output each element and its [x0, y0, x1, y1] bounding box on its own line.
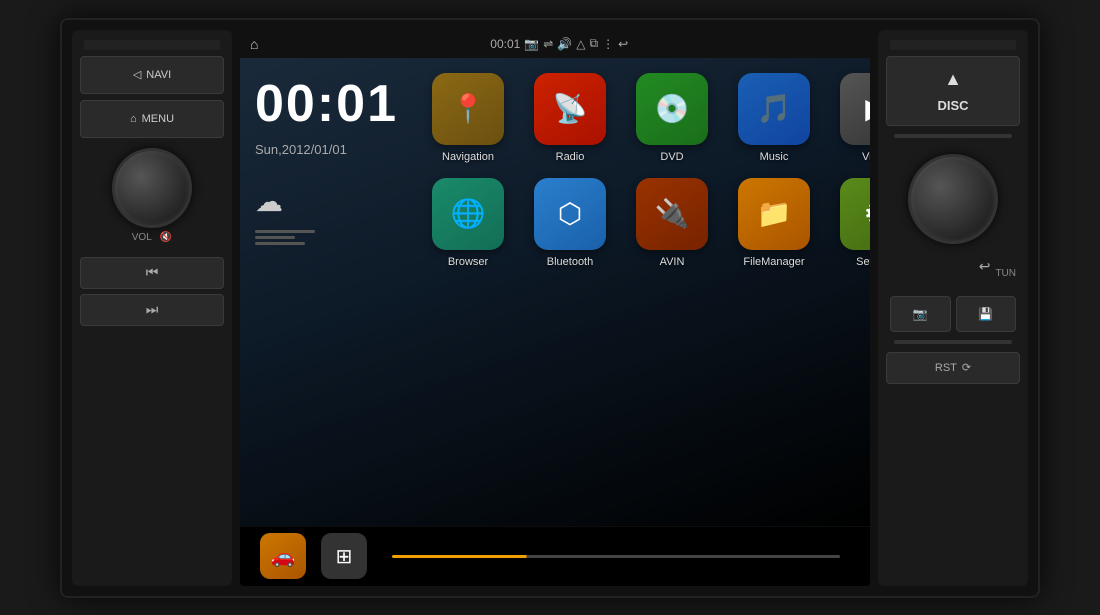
status-bar: ⌂ 00:01 📷 ⇌ 🔊 △ ⧉ ⋮ ↩: [240, 30, 870, 58]
android-screen: ⌂ 00:01 📷 ⇌ 🔊 △ ⧉ ⋮ ↩ 00:01 Sun,2012/01/…: [240, 30, 870, 586]
right-panel: ▲ DISC ↩ TUN 📷 💾 RST ⟳: [878, 30, 1028, 586]
app-icon-video[interactable]: ▶ Video: [831, 73, 870, 163]
weather-bar-3: [255, 242, 305, 245]
dock-apps-icon[interactable]: ⊞: [321, 533, 367, 579]
apps-icon: ⊞: [336, 544, 353, 569]
right-btn-row: 📷 💾: [886, 296, 1020, 332]
app-grid: 📍 Navigation 📡 Radio 💿 DVD 🎵 Music ▶ Video 🌐 Brows…: [413, 58, 870, 526]
app-icon-avin[interactable]: 🔌 AVIN: [627, 178, 717, 268]
app-row-1: 📍 Navigation 📡 Radio 💿 DVD 🎵 Music ▶ Video: [423, 73, 870, 163]
app-icon-filemanager[interactable]: 📁 FileManager: [729, 178, 819, 268]
app-label-dvd: DVD: [660, 151, 683, 163]
main-content: 00:01 Sun,2012/01/01 ☁ 📍 Navigation 📡 Radio…: [240, 58, 870, 526]
prev-button[interactable]: ⏮: [80, 257, 224, 289]
navi-label: NAVI: [146, 69, 171, 81]
app-img-settings: ⚙: [840, 178, 870, 250]
app-label-radio: Radio: [556, 151, 585, 163]
volume-icon: 🔊: [557, 37, 572, 51]
app-img-navigation: 📍: [432, 73, 504, 145]
next-button[interactable]: ⏭: [80, 294, 224, 326]
app-img-avin: 🔌: [636, 178, 708, 250]
app-label-browser: Browser: [448, 256, 488, 268]
eject-icon: ▲: [944, 69, 962, 90]
rst-label: RST: [935, 362, 957, 374]
cloud-icon: ☁: [255, 185, 398, 218]
app-icon-music[interactable]: 🎵 Music: [729, 73, 819, 163]
app-icon-radio[interactable]: 📡 Radio: [525, 73, 615, 163]
top-slot: [84, 40, 220, 50]
app-label-music: Music: [760, 151, 789, 163]
card-slot: [894, 340, 1012, 344]
dock-progress-indicator: [392, 555, 840, 558]
triangle-icon: △: [576, 37, 585, 51]
home-icon[interactable]: ⌂: [250, 36, 258, 52]
car-icon: 🚗: [271, 544, 296, 569]
disc-label: DISC: [937, 98, 968, 113]
app-img-dvd: 💿: [636, 73, 708, 145]
app-img-browser: 🌐: [432, 178, 504, 250]
tun-row: ↩ TUN: [886, 258, 1020, 290]
left-panel: ◁ NAVI ⌂ MENU VOL 🔇 ⏮ ⏭: [72, 30, 232, 586]
weather-bar-2: [255, 236, 295, 239]
app-icon-settings[interactable]: ⚙ Settings: [831, 178, 870, 268]
status-center: 00:01 📷 ⇌ 🔊 △ ⧉ ⋮ ↩: [490, 36, 628, 51]
tuning-knob[interactable]: [908, 154, 998, 244]
back-button[interactable]: ↩: [979, 258, 991, 290]
app-img-filemanager: 📁: [738, 178, 810, 250]
back-icon[interactable]: ↩: [618, 37, 628, 51]
right-top-slot: [890, 40, 1016, 50]
date-display: Sun,2012/01/01: [255, 142, 398, 157]
app-icon-dvd[interactable]: 💿 DVD: [627, 73, 717, 163]
volume-knob[interactable]: [112, 148, 192, 228]
status-left: ⌂: [250, 36, 258, 52]
app-img-video: ▶: [840, 73, 870, 145]
app-img-music: 🎵: [738, 73, 810, 145]
sync-icon: ⇌: [543, 37, 553, 51]
rst-button[interactable]: RST ⟳: [886, 352, 1020, 384]
app-icon-browser[interactable]: 🌐 Browser: [423, 178, 513, 268]
vol-text: VOL: [132, 232, 152, 243]
clock-area: 00:01 Sun,2012/01/01 ☁: [240, 58, 413, 526]
sd-button[interactable]: 💾: [956, 296, 1017, 332]
media-buttons: ⏮ ⏭: [80, 257, 224, 326]
more-icon[interactable]: ⋮: [602, 37, 614, 51]
navi-icon: ◁: [133, 68, 141, 81]
rst-icon: ⟳: [962, 361, 971, 374]
photo-button[interactable]: 📷: [890, 296, 951, 332]
app-img-radio: 📡: [534, 73, 606, 145]
app-label-filemanager: FileManager: [743, 256, 804, 268]
disc-slot: [894, 134, 1012, 138]
menu-button[interactable]: ⌂ MENU: [80, 100, 224, 138]
volume-knob-area: VOL 🔇: [80, 148, 224, 243]
menu-label: MENU: [142, 113, 174, 125]
mute-icon: 🔇: [160, 232, 172, 243]
weather-bars: [255, 230, 398, 245]
app-label-video: Video: [862, 151, 870, 163]
camera-icon: 📷: [524, 37, 539, 51]
navi-button[interactable]: ◁ NAVI: [80, 56, 224, 94]
overlay-icon: ⧉: [590, 36, 599, 51]
bottom-dock: 🚗 ⊞: [240, 526, 870, 586]
app-icon-bluetooth[interactable]: ⬡ Bluetooth: [525, 178, 615, 268]
app-label-settings: Settings: [856, 256, 870, 268]
time-display: 00:01: [490, 37, 520, 51]
app-img-bluetooth: ⬡: [534, 178, 606, 250]
weather-widget: ☁: [255, 185, 398, 245]
vol-label-row: VOL 🔇: [132, 232, 172, 243]
app-label-navigation: Navigation: [442, 151, 494, 163]
head-unit: ◁ NAVI ⌂ MENU VOL 🔇 ⏮ ⏭ ⌂ 00:01: [60, 18, 1040, 598]
app-row-2: 🌐 Browser ⬡ Bluetooth 🔌 AVIN 📁 FileManager ⚙ Sett…: [423, 178, 870, 268]
dock-car-icon[interactable]: 🚗: [260, 533, 306, 579]
tun-label: TUN: [995, 268, 1016, 279]
right-knob-area: [886, 146, 1020, 252]
weather-bar-1: [255, 230, 315, 233]
app-label-avin: AVIN: [660, 256, 685, 268]
disc-button[interactable]: ▲ DISC: [886, 56, 1020, 126]
app-label-bluetooth: Bluetooth: [547, 256, 593, 268]
clock-display: 00:01: [255, 78, 398, 130]
menu-icon: ⌂: [130, 113, 137, 125]
app-icon-navigation[interactable]: 📍 Navigation: [423, 73, 513, 163]
